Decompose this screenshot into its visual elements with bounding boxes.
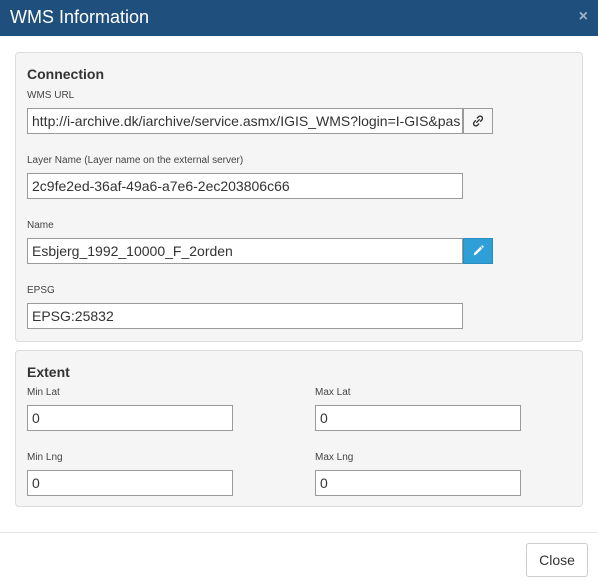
max-lng-label: Max Lng bbox=[315, 452, 354, 463]
dialog-titlebar: WMS Information × bbox=[0, 0, 598, 36]
extent-section-title: Extent bbox=[27, 364, 70, 380]
layer-name-label: Layer Name (Layer name on the external s… bbox=[27, 155, 244, 166]
name-label: Name bbox=[27, 220, 54, 231]
min-lng-label: Min Lng bbox=[27, 452, 63, 463]
epsg-input[interactable]: EPSG:25832 bbox=[27, 303, 463, 329]
wms-url-input[interactable]: http://i-archive.dk/iarchive/service.asm… bbox=[27, 108, 463, 134]
min-lat-label: Min Lat bbox=[27, 387, 60, 398]
edit-name-button[interactable] bbox=[463, 238, 493, 264]
max-lng-input[interactable]: 0 bbox=[315, 470, 521, 496]
connection-panel: Connection WMS URL http://i-archive.dk/i… bbox=[15, 52, 583, 342]
min-lat-input[interactable]: 0 bbox=[27, 405, 233, 431]
max-lat-input[interactable]: 0 bbox=[315, 405, 521, 431]
max-lat-label: Max Lat bbox=[315, 387, 351, 398]
link-icon bbox=[472, 115, 484, 127]
dialog-title: WMS Information bbox=[10, 7, 150, 27]
close-button[interactable]: Close bbox=[526, 543, 588, 577]
connection-section-title: Connection bbox=[27, 66, 104, 82]
layer-name-input[interactable]: 2c9fe2ed-36af-49a6-a7e6-2ec203806c66 bbox=[27, 173, 463, 199]
pencil-icon bbox=[473, 245, 484, 256]
wms-url-label: WMS URL bbox=[27, 90, 75, 101]
name-input[interactable]: Esbjerg_1992_10000_F_2orden bbox=[27, 238, 463, 264]
epsg-label: EPSG bbox=[27, 285, 55, 296]
footer-divider bbox=[0, 532, 598, 533]
extent-panel: Extent Min Lat 0 Max Lat 0 Min Lng 0 Max… bbox=[15, 350, 583, 507]
min-lng-input[interactable]: 0 bbox=[27, 470, 233, 496]
close-icon[interactable]: × bbox=[579, 8, 588, 26]
open-url-button[interactable] bbox=[463, 108, 493, 134]
